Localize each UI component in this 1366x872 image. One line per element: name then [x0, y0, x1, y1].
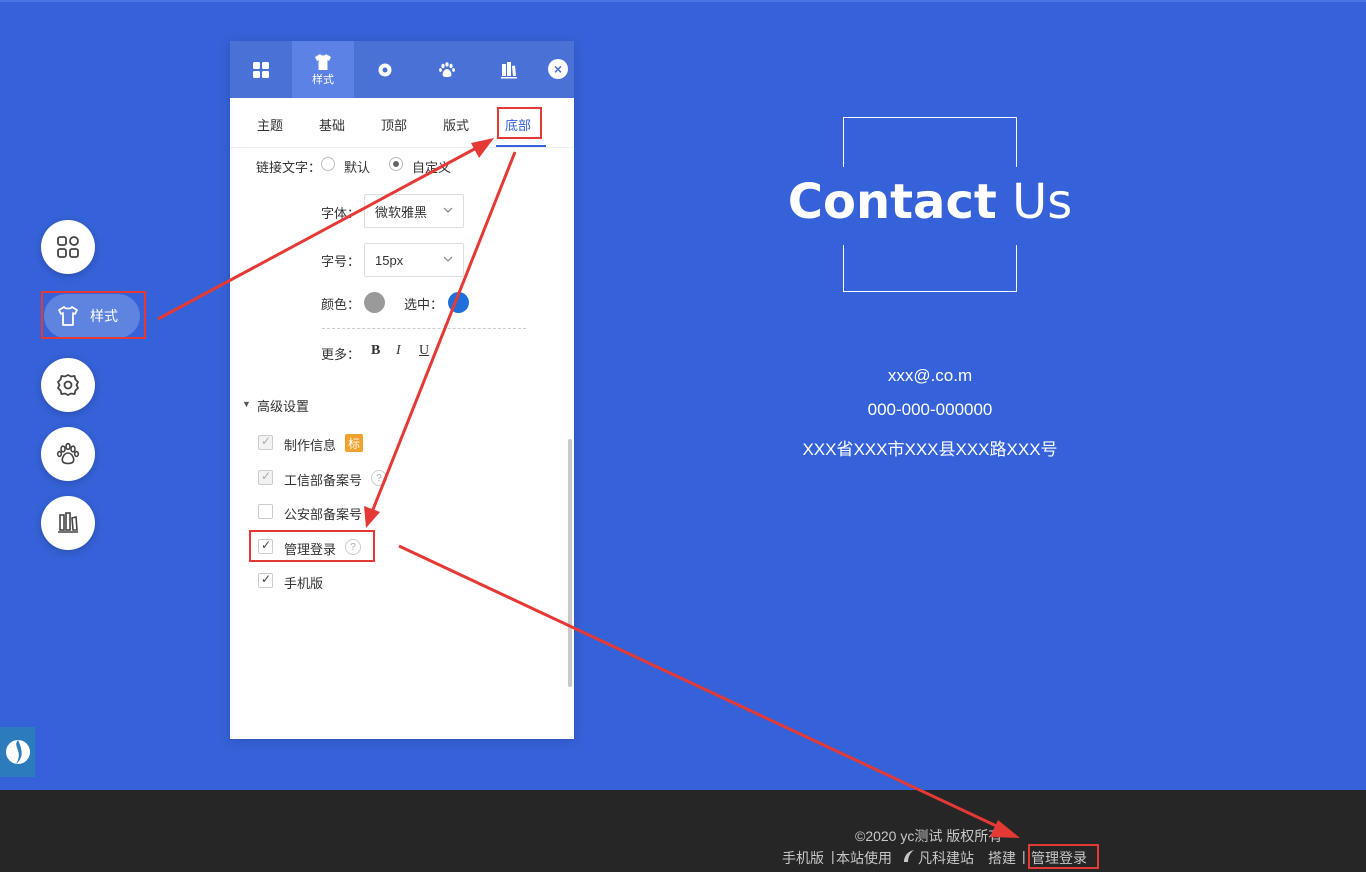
panel-tab-paw[interactable] [416, 41, 478, 98]
footer-uses-text: 本站使用 [836, 850, 892, 866]
checkbox-icp-record[interactable] [258, 469, 273, 485]
checkbox-police-record[interactable] [258, 504, 273, 519]
tag-badge: 标 [345, 434, 363, 452]
size-label: 字号： [321, 254, 361, 269]
icp-record-label: 工信部备案号 [284, 473, 363, 488]
size-select-value: 15px [375, 252, 404, 268]
checkbox-admin-login[interactable] [258, 538, 273, 554]
sidebar-style-label: 样式 [90, 308, 118, 324]
panel-tab-settings[interactable] [354, 41, 416, 98]
panel-sub-tabs: 主题 基础 顶部 版式 底部 [230, 98, 574, 148]
panel-tab-books[interactable] [478, 41, 540, 98]
footer-mobile-link[interactable]: 手机版 [782, 848, 824, 868]
sub-tab-footer[interactable]: 底部 [505, 115, 531, 134]
help-icon[interactable]: ? [345, 539, 361, 555]
police-record-label: 公安部备案号 [284, 507, 363, 522]
font-select[interactable]: 微软雅黑 [364, 194, 464, 228]
footer: ©2020 yc测试 版权所有 手机版 | 本站使用 凡科建站 搭建 | 管理登… [0, 790, 1366, 872]
more-label: 更多： [321, 347, 361, 362]
contact-email: xxx@.co.m [887, 366, 973, 385]
bold-button[interactable]: B [371, 343, 380, 359]
title-frame-bottom [843, 245, 1017, 292]
shirt-icon [58, 306, 78, 326]
brand-logo-icon [902, 849, 916, 866]
logo-icon [5, 740, 30, 764]
font-label: 字体： [321, 206, 361, 221]
footer-separator: | [831, 848, 835, 864]
footer-admin-login-link[interactable]: 管理登录 [1031, 848, 1087, 868]
chevron-down-icon [443, 207, 453, 213]
contact-title-normal: Us [1012, 174, 1073, 230]
sub-tab-active-underline [496, 145, 546, 147]
italic-button[interactable]: I [396, 343, 401, 359]
sub-tab-top[interactable]: 顶部 [381, 115, 407, 134]
checkbox-production-info[interactable] [258, 434, 273, 450]
caret-down-icon[interactable]: ▼ [242, 399, 251, 409]
sub-tab-basic[interactable]: 基础 [319, 115, 345, 134]
grid-icon [253, 61, 269, 78]
contact-phone: 000-000-000000 [867, 400, 993, 419]
panel-header: 样式 × [230, 41, 574, 98]
sub-tab-layout[interactable]: 版式 [443, 115, 469, 134]
sidebar-grid-button[interactable] [41, 220, 95, 274]
books-icon [58, 512, 78, 533]
sidebar-books-button[interactable] [41, 496, 95, 550]
sidebar-style-button[interactable]: 样式 [44, 294, 140, 338]
paw-icon [439, 61, 455, 77]
footer-copyright: ©2020 yc测试 版权所有 [855, 828, 1003, 844]
help-icon[interactable]: ? [371, 470, 387, 486]
gear-icon [56, 373, 80, 397]
title-frame-top [843, 117, 1017, 167]
paw-icon [56, 442, 80, 465]
admin-login-label: 管理登录 [284, 542, 337, 557]
gear-icon [378, 63, 392, 76]
annotation-arrows [157, 138, 1020, 838]
corner-logo[interactable] [0, 727, 35, 777]
checkbox-mobile[interactable] [258, 572, 273, 588]
advanced-title[interactable]: 高级设置 [257, 396, 309, 415]
top-border [0, 0, 1366, 2]
footer-built-text: 搭建 [988, 850, 1016, 866]
footer-brand-link[interactable]: 凡科建站 [918, 848, 974, 868]
books-icon [501, 61, 517, 78]
grid-icon [57, 236, 79, 258]
panel-scrollbar[interactable] [568, 439, 572, 687]
size-select[interactable]: 15px [364, 243, 464, 277]
panel-close-button[interactable]: × [548, 59, 568, 79]
chevron-down-icon [443, 256, 453, 262]
contact-title: Contact Us [780, 174, 1080, 230]
contact-address: XXX省XXX市XXX县XXX路XXX号 [802, 440, 1058, 459]
color-swatch[interactable] [364, 292, 385, 313]
shirt-icon [315, 53, 331, 70]
contact-title-bold: Contact [787, 174, 997, 230]
selected-color-label: 选中： [404, 297, 444, 312]
mobile-label: 手机版 [284, 576, 324, 591]
radio-default-label: 默认 [344, 160, 371, 175]
link-text-label: 链接文字： [256, 160, 322, 175]
panel-tab-style-label: 样式 [312, 73, 334, 86]
sidebar-paw-button[interactable] [41, 427, 95, 481]
selected-color-swatch[interactable] [448, 292, 469, 313]
panel-tab-style[interactable]: 样式 [292, 41, 354, 98]
radio-custom-label: 自定义 [412, 160, 452, 175]
radio-custom[interactable] [389, 157, 403, 171]
underline-button[interactable]: U [419, 343, 429, 359]
style-panel: 样式 × 主题 基础 顶部 版式 底部 链接文字： 默认 自定义 字体： 微软雅… [230, 41, 574, 739]
sidebar-settings-button[interactable] [41, 358, 95, 412]
divider [322, 328, 526, 329]
radio-default[interactable] [321, 157, 335, 171]
sub-tab-theme[interactable]: 主题 [257, 115, 283, 134]
production-info-label: 制作信息 [284, 438, 337, 453]
color-label: 颜色： [321, 297, 361, 312]
font-select-value: 微软雅黑 [375, 204, 428, 220]
footer-separator: | [1022, 848, 1026, 864]
panel-tab-modules[interactable] [230, 41, 292, 98]
